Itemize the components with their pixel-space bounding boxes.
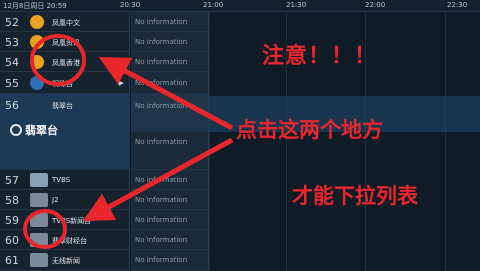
programme-cell[interactable]: No information [131,52,209,72]
programme-cell[interactable]: No information [131,210,209,230]
programme-cell[interactable]: No information [131,32,209,52]
channel-number: 55 [5,77,19,90]
channel-number: 53 [5,36,19,49]
epg-guide: 12月8日周日 20:59 20:30 21:00 21:30 22:00 22… [0,0,480,271]
grid-divider [209,12,210,271]
channel-number: 59 [5,214,19,227]
channel-number: 52 [5,16,19,29]
channel-row-58[interactable]: 58 J2 [0,190,130,210]
channel-logo-icon [30,55,44,69]
time-tick: 21:00 [203,1,224,9]
tvb-logo-icon [10,124,22,136]
programme-cell[interactable]: No information [131,12,209,32]
channel-name: 无线新闻 [52,257,80,265]
programme-cell[interactable]: No information [131,190,209,210]
channel-number: 56 [5,99,19,112]
channel-name: 凤凰中文 [52,19,80,27]
channel-name: 翡翠财经台 [52,237,87,245]
channel-logo-icon [30,213,48,227]
channel-logo-icon [30,233,48,247]
channel-row-54[interactable]: 54 凤凰香港 [0,52,130,72]
channel-row-61[interactable]: 61 无线新闻 [0,250,130,271]
channel-row-60[interactable]: 60 翡翠财经台 [0,230,130,250]
channel-name: TVBS [52,176,71,184]
channel-row-55[interactable]: 55 明珠台 ▶ [0,72,130,94]
channel-logo-icon [30,15,44,29]
time-tick: 22:30 [447,1,468,9]
channel-name: TVBS新闻台 [52,217,92,225]
channel-logo-icon [30,35,44,49]
channel-name: J2 [52,196,59,204]
time-tick: 21:30 [286,1,307,9]
annotation-text-1: 注意！！！ [262,44,378,69]
channel-number: 61 [5,254,19,267]
programme-cell[interactable]: No information [131,170,209,190]
time-tick: 20:30 [120,1,141,9]
channel-name: 翡翠台 [52,102,73,110]
channel-name: 凤凰资讯 [52,39,80,47]
channel-row-59[interactable]: 59 TVBS新闻台 [0,210,130,230]
channel-name: 明珠台 [52,80,73,88]
annotation-text-2: 点击这两个地方 [236,118,383,142]
time-tick: 22:00 [365,1,386,9]
channel-number: 57 [5,174,19,187]
tvb-logo: 翡翠台 [10,122,70,138]
channel-name: 凤凰香港 [52,59,80,67]
channel-row-53[interactable]: 53 凤凰资讯 [0,32,130,52]
programme-cell[interactable]: No information [131,72,209,94]
programme-cell[interactable]: No information [131,94,209,132]
channel-logo-icon [30,76,44,90]
channel-logo-icon [30,253,48,267]
programme-cell[interactable]: No information [131,230,209,250]
timeline-header: 12月8日周日 20:59 20:30 21:00 21:30 22:00 22… [0,0,480,12]
channel-number: 54 [5,56,19,69]
channel-list: 52 凤凰中文 53 凤凰资讯 54 凤凰香港 55 明珠台 ▶ 56 翡翠台 [0,12,130,271]
channel-logo-icon [30,173,48,187]
channel-row-57[interactable]: 57 TVBS [0,170,130,190]
annotation-text-3: 才能下拉列表 [292,184,418,208]
play-arrow-icon[interactable]: ▶ [119,79,124,87]
grid-divider [445,12,446,271]
programme-cell[interactable]: No information [131,250,209,271]
channel-logo-icon [30,193,48,207]
current-date-time: 12月8日周日 20:59 [3,2,67,10]
channel-number: 60 [5,234,19,247]
channel-row-56[interactable]: 56 翡翠台 翡翠台 [0,94,130,170]
channel-number: 58 [5,194,19,207]
channel-row-52[interactable]: 52 凤凰中文 [0,12,130,32]
programme-cell[interactable]: No information [131,132,209,170]
